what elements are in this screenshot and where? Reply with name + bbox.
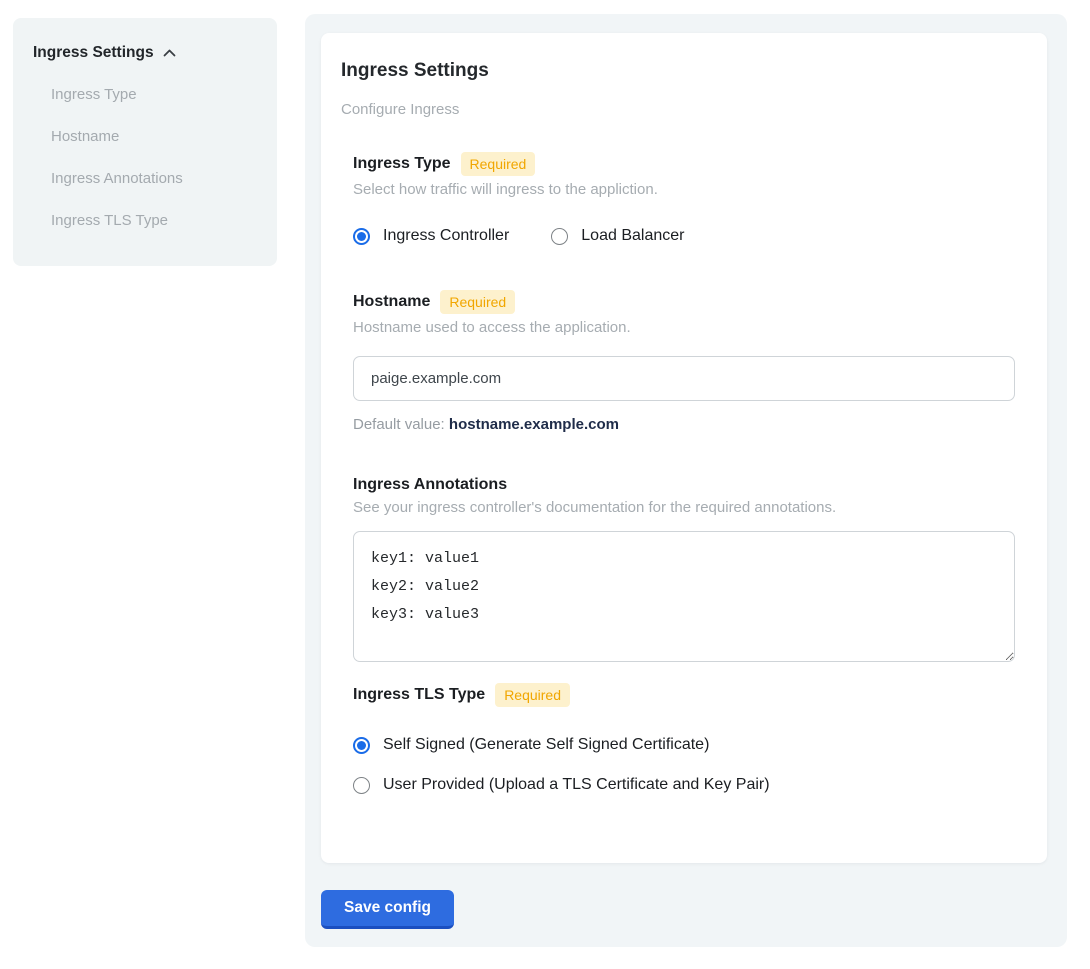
required-badge: Required	[440, 290, 515, 314]
settings-sidebar: Ingress Settings Ingress Type Hostname I…	[13, 18, 277, 266]
radio-option-self-signed[interactable]: Self Signed (Generate Self Signed Certif…	[353, 736, 1015, 754]
radio-icon	[353, 777, 370, 794]
radio-label: Self Signed (Generate Self Signed Certif…	[383, 736, 709, 754]
default-value-text: hostname.example.com	[449, 416, 619, 433]
settings-panel: Ingress Settings Configure Ingress Ingre…	[305, 14, 1067, 947]
field-hostname: Hostname Required Hostname used to acces…	[353, 290, 1015, 433]
page-subtitle: Configure Ingress	[341, 101, 1027, 118]
radio-option-ingress-controller[interactable]: Ingress Controller	[353, 227, 509, 245]
radio-label: Load Balancer	[581, 227, 684, 245]
required-badge: Required	[495, 683, 570, 707]
radio-label: User Provided (Upload a TLS Certificate …	[383, 776, 770, 794]
ingress-tls-type-label: Ingress TLS Type	[353, 686, 485, 704]
radio-option-load-balancer[interactable]: Load Balancer	[551, 227, 684, 245]
chevron-up-icon	[162, 46, 177, 61]
sidebar-item-ingress-tls-type[interactable]: Ingress TLS Type	[33, 212, 257, 230]
ingress-settings-card: Ingress Settings Configure Ingress Ingre…	[321, 33, 1047, 863]
hostname-description: Hostname used to access the application.	[353, 319, 1015, 336]
ingress-annotations-description: See your ingress controller's documentat…	[353, 499, 1015, 516]
radio-icon	[551, 228, 568, 245]
fields-container: Ingress Type Required Select how traffic…	[353, 152, 1015, 794]
field-ingress-tls-type: Ingress TLS Type Required Self Signed (G…	[353, 683, 1015, 794]
sidebar-section-ingress-settings[interactable]: Ingress Settings	[33, 44, 257, 62]
ingress-type-label: Ingress Type	[353, 155, 451, 173]
radio-option-user-provided[interactable]: User Provided (Upload a TLS Certificate …	[353, 776, 1015, 794]
field-ingress-type: Ingress Type Required Select how traffic…	[353, 152, 1015, 245]
ingress-annotations-textarea[interactable]: key1: value1 key2: value2 key3: value3	[353, 531, 1015, 662]
sidebar-section-label: Ingress Settings	[33, 44, 154, 62]
radio-label: Ingress Controller	[383, 227, 509, 245]
field-ingress-annotations: Ingress Annotations See your ingress con…	[353, 476, 1015, 662]
ingress-type-description: Select how traffic will ingress to the a…	[353, 181, 1015, 198]
hostname-default-line: Default value: hostname.example.com	[353, 416, 1015, 433]
page-title: Ingress Settings	[341, 60, 1027, 82]
save-config-button[interactable]: Save config	[321, 890, 454, 929]
radio-icon	[353, 228, 370, 245]
required-badge: Required	[461, 152, 536, 176]
radio-icon	[353, 737, 370, 754]
sidebar-item-ingress-type[interactable]: Ingress Type	[33, 86, 257, 104]
sidebar-item-ingress-annotations[interactable]: Ingress Annotations	[33, 170, 257, 188]
default-value-label: Default value:	[353, 416, 445, 433]
hostname-label: Hostname	[353, 293, 430, 311]
ingress-annotations-label: Ingress Annotations	[353, 476, 507, 494]
sidebar-item-hostname[interactable]: Hostname	[33, 128, 257, 146]
hostname-input[interactable]	[353, 356, 1015, 401]
